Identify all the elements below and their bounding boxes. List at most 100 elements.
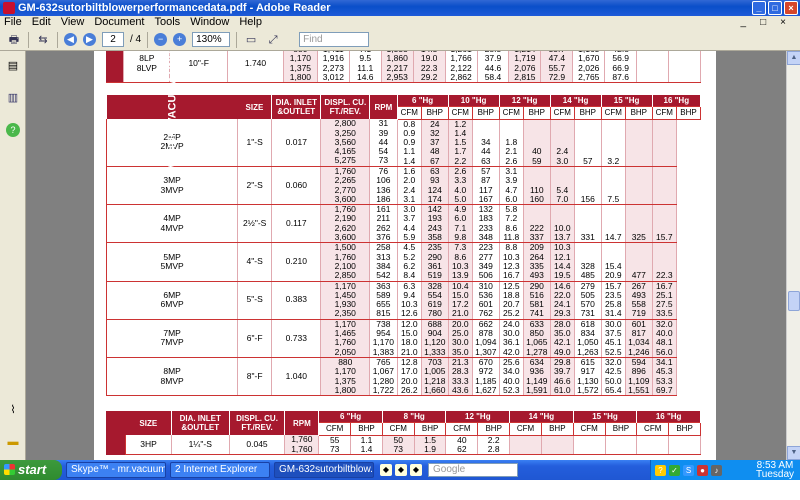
rpm-cell: 1,760 2,190 2,620 3,600 [320,204,371,244]
page-number-input[interactable]: 2 [102,32,124,47]
adobe-reader-icon [3,2,15,14]
menu-document[interactable]: Document [94,16,144,29]
data-cell [652,119,678,167]
vacuum-header: 14 "Hg [550,95,602,107]
tray-icon[interactable]: ? [655,464,666,476]
data-cell: 594 896 1,109 1,551 [625,357,653,397]
data-cell: 2.4 3.0 [550,119,576,167]
clock[interactable]: 8:53 AM Tuesday [756,461,794,480]
rpm-cell: 1,170 1,450 1,930 2,350 [320,281,371,320]
taskbar: start Skype™ - mr.vacuum 2 Internet Expl… [0,460,800,480]
data-cell: 30.0 37.5 45.1 52.5 [601,319,627,358]
dia-header: DIA. INLET &OUTLET [171,411,230,435]
bhp-header: BHP [413,422,447,436]
document-view[interactable]: 8LP 8LVP 10"-F 1.740 880 1,170 1,375 1,8… [26,51,786,460]
data-cell [636,435,670,456]
quicklaunch-icon[interactable]: ◆ [395,464,407,476]
volume-icon[interactable]: ♪ [711,464,722,476]
zoom-out-icon[interactable]: − [154,33,168,46]
minimize-button[interactable]: _ [752,1,766,15]
table-row: 4MP 4MVP 2½"-S 0.117 1,760 2,190 2,620 3,60… [105,204,701,244]
data-cell: 258 313 384 542 [369,243,398,282]
cfm-header: CFM [636,422,670,436]
previous-page-icon[interactable]: ◀ [64,33,77,46]
doc-restore-button[interactable]: □ [760,16,766,29]
scroll-thumb[interactable] [788,291,800,311]
menu-tools[interactable]: Tools [155,16,181,29]
dia-cell: 1"-S [237,119,273,167]
zoom-select[interactable]: 130% [192,32,231,47]
tray-icon[interactable]: ● [697,464,708,476]
cfm-header: CFM [381,422,415,436]
menu-view[interactable]: View [61,16,85,29]
taskbar-item-skype[interactable]: Skype™ - mr.vacuum [66,462,166,478]
data-cell: 20.0 25.0 30.0 35.0 [448,319,474,358]
vacuum-header: 6 "Hg [318,411,383,423]
data-cell: 32.0 40.0 48.1 56.0 [652,319,678,358]
tray-icon[interactable]: S [683,464,694,476]
vertical-scrollbar[interactable]: ▲ ▼ [786,51,800,460]
menu-bar: File Edit View Document Tools Window Hel… [0,16,800,29]
menu-file[interactable]: File [4,16,22,29]
start-button[interactable]: start [0,460,62,480]
scroll-up-icon[interactable]: ▲ [787,51,800,65]
bookmarks-icon[interactable]: ▥ [6,91,20,105]
data-cell [625,119,653,167]
data-cell: 31 39 44 54 73 [369,119,398,167]
data-cell: 40 59 [523,119,551,167]
data-cell: 55 73 [318,435,352,456]
data-cell: 40 62 [445,435,479,456]
close-button[interactable]: × [784,1,798,15]
menu-edit[interactable]: Edit [32,16,51,29]
zoom-in-icon[interactable]: + [173,33,187,46]
data-cell: 21.3 28.3 33.3 43.6 [448,357,474,397]
section-label-next [106,411,126,455]
next-page-icon[interactable]: ▶ [83,33,96,46]
share-icon[interactable]: ⇆ [35,33,51,47]
quicklaunch-icon[interactable]: ◆ [410,464,422,476]
maximize-button[interactable]: □ [768,1,782,15]
comments-icon[interactable]: ▬ [6,435,20,449]
rpm-cell: 880 1,170 1,375 1,800 [320,357,371,397]
data-cell: 14.7 [601,204,627,244]
bhp-header: BHP [668,422,701,436]
data-cell: 328 485 [574,242,602,282]
taskbar-item-adobe[interactable]: GM-632sutorbiltblow... [274,462,374,478]
data-cell: 50 73 [382,435,415,456]
data-cell [668,435,701,456]
displ-cell: 1.040 [271,357,322,397]
help-icon[interactable]: ? [6,123,20,137]
data-cell: 15.7 23.5 25.8 31.4 [601,281,627,320]
vacuum-header: 15 "Hg [573,411,638,423]
document-window-controls: _ □ × [741,16,796,29]
data-cell: 34 44 63 [472,119,500,167]
doc-close-button[interactable]: × [780,16,786,29]
cfm-header: CFM [572,422,606,436]
data-cell: 7.1 9.5 11.1 14.6 [349,51,382,84]
google-search-input[interactable]: Google [428,463,518,477]
rpm-header: RPM [369,95,398,119]
size-header: SIZE [125,411,172,435]
bhp-header: BHP [625,106,653,120]
table-row: 8MP 8MVP 8"-F 1.040 880 1,170 1,375 1,800 76… [105,357,701,397]
menu-help[interactable]: Help [239,16,262,29]
doc-minimize-button[interactable]: _ [741,16,747,29]
data-cell: 161 211 262 376 [369,204,398,244]
data-cell: 2.2 2.8 [477,435,511,456]
tray-icon[interactable]: ✓ [669,464,680,476]
quicklaunch-icon[interactable]: ◆ [380,464,392,476]
find-input[interactable]: Find [299,32,370,47]
print-icon[interactable]: 🖶 [6,33,22,47]
fit-width-icon[interactable]: ⤢ [265,33,281,47]
menu-window[interactable]: Window [190,16,229,29]
scroll-down-icon[interactable]: ▼ [787,446,800,460]
fit-page-icon[interactable]: ▭ [243,33,259,47]
pages-icon[interactable]: ▤ [6,59,20,73]
data-cell: 10.0 13.7 [550,204,576,244]
rpm-cell: 1,500 1,760 2,100 2,850 [320,243,371,282]
bhp-header: BHP [540,422,574,436]
rpm-cell: 1,170 1,465 1,760 2,050 [320,319,371,358]
data-cell: 42.8 56.9 66.9 87.6 [604,51,638,84]
attachments-icon[interactable]: ⌇ [6,403,20,417]
taskbar-item-ie[interactable]: 2 Internet Explorer [170,462,270,478]
